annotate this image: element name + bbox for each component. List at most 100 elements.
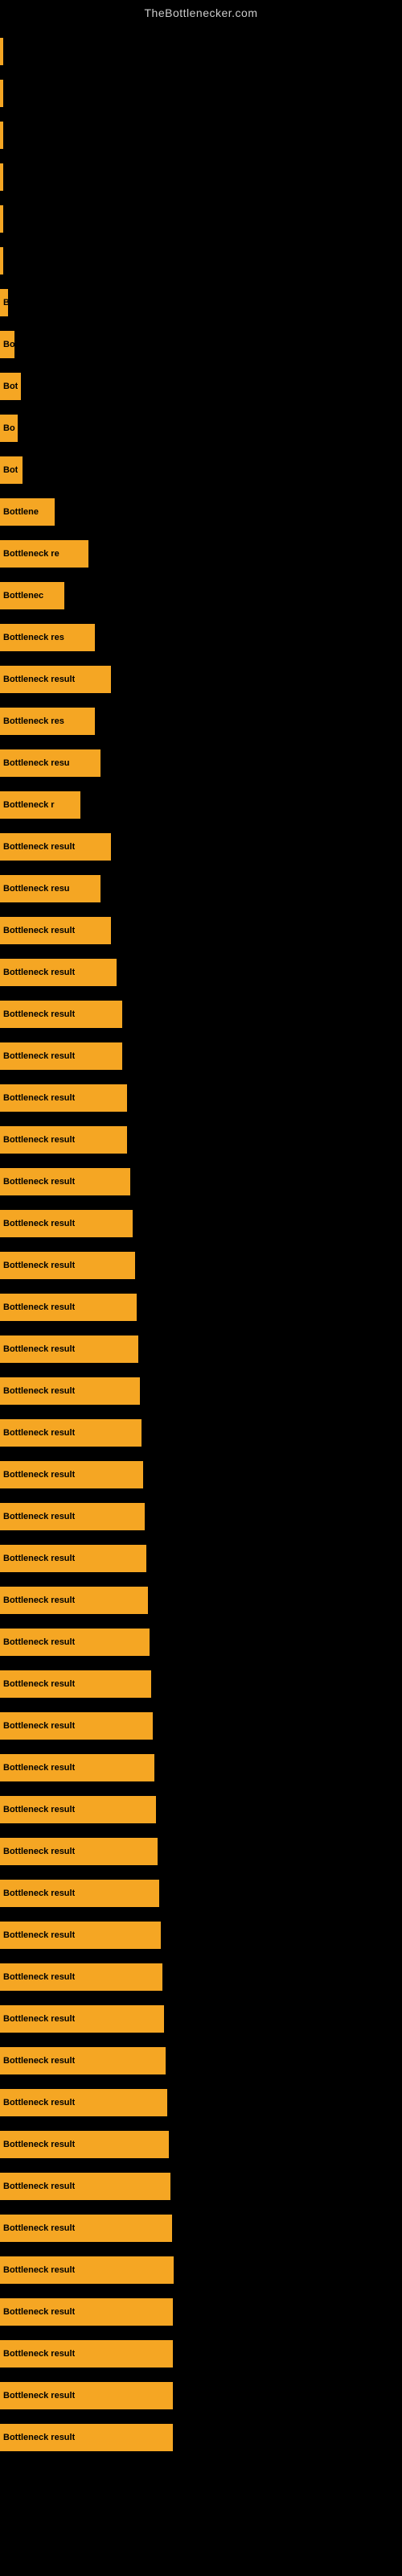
bar: Bottleneck result [0, 2256, 174, 2284]
bar-row: Bottleneck result [0, 1370, 402, 1412]
bar-label: Bottleneck result [3, 1051, 75, 1061]
bar-label: Bottleneck result [3, 1302, 75, 1312]
bar-row: Bottleneck result [0, 2291, 402, 2333]
bar-label: Bottleneck result [3, 1009, 75, 1019]
bar: Bottleneck result [0, 1922, 161, 1949]
bar: Bottleneck result [0, 1419, 142, 1447]
bar-label: Bo [3, 423, 15, 433]
bar-row: Bottleneck result [0, 1831, 402, 1872]
bar-label: Bottleneck result [3, 1972, 75, 1982]
bar-label: Bottleneck result [3, 2223, 75, 2233]
bar-row: Bottleneck resu [0, 868, 402, 910]
bar-label: Bot [3, 382, 18, 391]
bar: Bottleneck res [0, 708, 95, 735]
bar: Bottleneck result [0, 1963, 162, 1991]
bar-label: Bottleneck result [3, 1930, 75, 1940]
bar-row: Bottleneck result [0, 1705, 402, 1747]
bar: Bottleneck result [0, 1335, 138, 1363]
bar: Bot [0, 456, 23, 484]
bar: Bottleneck r [0, 791, 80, 819]
bar-label: Bottleneck result [3, 1847, 75, 1856]
bar-label: Bottleneck result [3, 1596, 75, 1605]
bar-row: Bottleneck result [0, 1035, 402, 1077]
bar-row: Bottleneck result [0, 2040, 402, 2082]
bar: Bo [0, 415, 18, 442]
bar-row: Bottleneck result [0, 1119, 402, 1161]
bar-label: Bottleneck result [3, 2182, 75, 2191]
bar-label: Bottleneck result [3, 2391, 75, 2401]
bar-label: Bottleneck result [3, 2056, 75, 2066]
bar-row: Bottleneck result [0, 2417, 402, 2458]
bar-label: Bottleneck result [3, 1805, 75, 1814]
bar: Bottleneck result [0, 1377, 140, 1405]
bar: Bottleneck result [0, 1168, 130, 1195]
bar-row [0, 198, 402, 240]
bar-label: Bottleneck result [3, 1261, 75, 1270]
site-title: TheBottlenecker.com [0, 0, 402, 23]
bar-row: Bot [0, 449, 402, 491]
bar-row: B [0, 282, 402, 324]
bar: Bottleneck result [0, 1796, 156, 1823]
bar-row: Bottleneck result [0, 993, 402, 1035]
bar-label: Bottleneck result [3, 1093, 75, 1103]
bar-row: Bottleneck result [0, 1496, 402, 1538]
bar: Bot [0, 373, 21, 400]
bar-row: Bo [0, 407, 402, 449]
bar: Bottleneck result [0, 2047, 166, 2074]
bar: Bottleneck result [0, 1461, 143, 1488]
bar-label: Bottlenec [3, 591, 43, 601]
bar-label: Bottleneck result [3, 675, 75, 684]
bar-label: Bottleneck result [3, 1512, 75, 1521]
bar-label: Bottleneck result [3, 1721, 75, 1731]
bar: Bottleneck result [0, 2005, 164, 2033]
bar-row: Bottleneck result [0, 658, 402, 700]
bar-row: Bottleneck result [0, 1077, 402, 1119]
bar-row: Bottleneck result [0, 826, 402, 868]
bar-row: Bottleneck result [0, 1579, 402, 1621]
bar: Bottlene [0, 498, 55, 526]
bar-label: Bottleneck result [3, 2433, 75, 2442]
bar: Bottleneck result [0, 1838, 158, 1865]
bar: Bottleneck result [0, 1629, 150, 1656]
bar: Bottleneck result [0, 1712, 153, 1740]
bar: Bottleneck resu [0, 875, 100, 902]
bar-row: Bottleneck result [0, 2333, 402, 2375]
bar-label: Bottleneck result [3, 2349, 75, 2359]
bar: Bottleneck re [0, 540, 88, 568]
bar-label: Bottleneck result [3, 2307, 75, 2317]
bar-row [0, 72, 402, 114]
bar-row: Bottleneck result [0, 1663, 402, 1705]
bar-label: Bottleneck result [3, 1679, 75, 1689]
bar-label: Bottleneck result [3, 2265, 75, 2275]
bar-label: Bottleneck result [3, 2140, 75, 2149]
bar-label: Bottleneck result [3, 1554, 75, 1563]
bar [0, 247, 3, 275]
bar-row: Bottleneck result [0, 2249, 402, 2291]
bar-label: B [3, 298, 8, 308]
bar-row: Bottleneck result [0, 952, 402, 993]
bar-label: Bottleneck result [3, 2098, 75, 2107]
bar-row: Bottleneck result [0, 1245, 402, 1286]
bar-row: Bottleneck r [0, 784, 402, 826]
bar: Bottlenec [0, 582, 64, 609]
bar-row: Bottleneck result [0, 1328, 402, 1370]
bar-row: Bot [0, 365, 402, 407]
bar-row: Bottleneck result [0, 1454, 402, 1496]
bar: Bo [0, 331, 14, 358]
bar-label: Bottleneck result [3, 1470, 75, 1480]
bar [0, 163, 3, 191]
bar: Bottleneck result [0, 1754, 154, 1781]
bar: Bottleneck result [0, 2131, 169, 2158]
bar-row: Bottleneck result [0, 2375, 402, 2417]
bar-row [0, 240, 402, 282]
bar-row [0, 156, 402, 198]
bar-row: Bottleneck result [0, 1872, 402, 1914]
bar: Bottleneck result [0, 666, 111, 693]
bar-row: Bottleneck result [0, 2124, 402, 2165]
bar: Bottleneck result [0, 1252, 135, 1279]
bar-row: Bottleneck result [0, 2082, 402, 2124]
bar [0, 205, 3, 233]
bar-label: Bottleneck result [3, 1219, 75, 1228]
bar-label: Bottleneck result [3, 1889, 75, 1898]
bar-label: Bottleneck result [3, 1344, 75, 1354]
